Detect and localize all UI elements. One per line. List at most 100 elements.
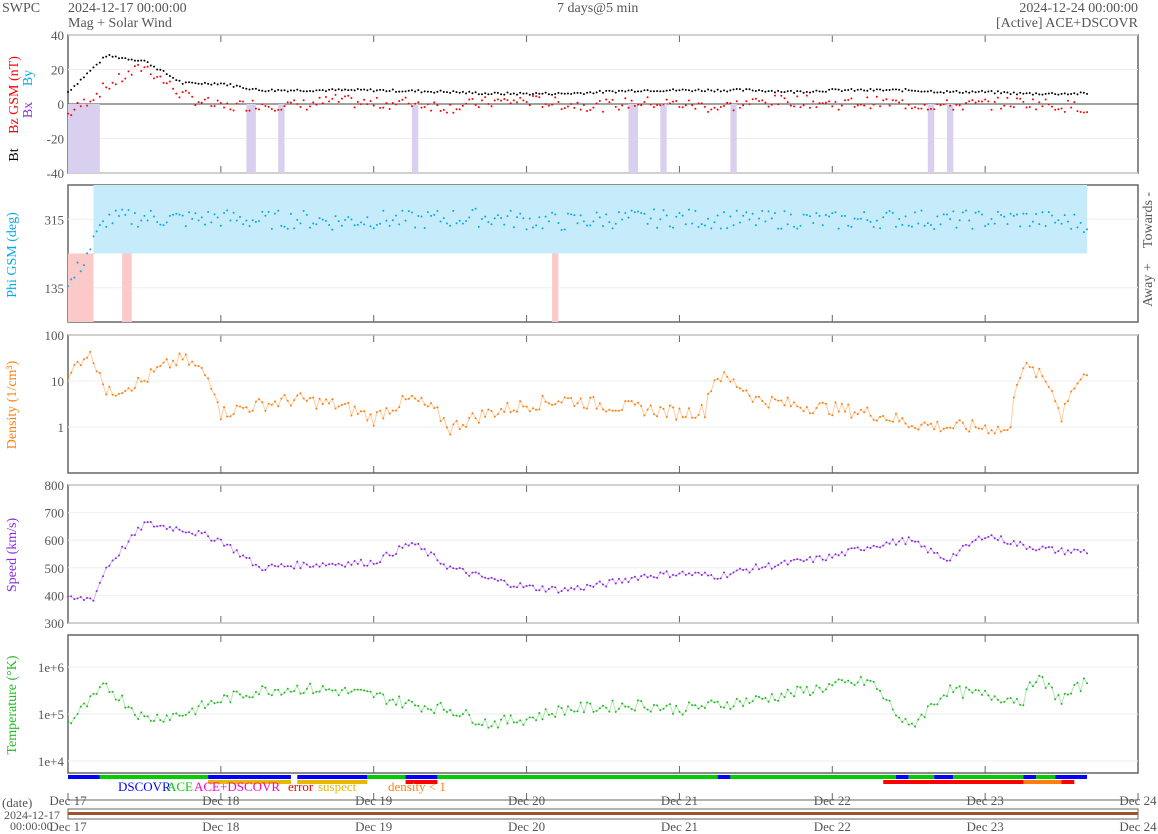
phi-point (1060, 222, 1063, 225)
bz-point (219, 101, 222, 104)
source-segment (1036, 775, 1056, 779)
bt-point (315, 89, 318, 92)
bt-point (901, 90, 904, 93)
bt-point (449, 91, 452, 94)
bt-point (267, 89, 270, 92)
bt-point (531, 92, 534, 95)
phi-point (503, 223, 506, 226)
bz-point (605, 98, 608, 101)
phi-point (289, 212, 292, 215)
bt-point (1041, 93, 1044, 96)
bz-point (242, 100, 245, 103)
bt-point (312, 90, 315, 93)
phi-point (885, 211, 888, 214)
bt-point (76, 82, 79, 85)
panel-frame-3 (67, 484, 1139, 624)
phi-point (863, 211, 866, 214)
phi-point (789, 213, 792, 216)
phi-point (859, 217, 862, 220)
bt-point (939, 91, 942, 94)
phi-point (1073, 213, 1076, 216)
bz-point (519, 96, 522, 99)
bt-point (95, 63, 98, 66)
phi-point (417, 215, 420, 218)
phi-point (254, 220, 257, 223)
bz-point (872, 103, 875, 106)
bt-point (805, 90, 808, 93)
bz-point (334, 93, 337, 96)
bt-point (738, 88, 741, 91)
y-tick-label: 400 (45, 588, 65, 603)
bt-point (885, 89, 888, 92)
bz-point (786, 101, 789, 104)
bz-point (560, 108, 563, 111)
bz-point (359, 103, 362, 106)
bt-point (863, 89, 866, 92)
phi-point (102, 220, 105, 223)
phi-point (331, 228, 334, 231)
bz-point (273, 109, 276, 112)
phi-point (894, 225, 897, 228)
bt-point (758, 89, 761, 92)
ylabel-bx: Bx (21, 102, 36, 118)
bz-point (761, 99, 764, 102)
bz-point (480, 99, 483, 102)
bt-point (582, 93, 585, 96)
bt-point (410, 89, 413, 92)
bz-point (837, 108, 840, 111)
bt-point (535, 91, 538, 94)
bt-point (203, 81, 206, 84)
phi-point (525, 228, 528, 231)
bz-point (121, 80, 124, 83)
bz-point (461, 104, 464, 107)
phi-point (783, 210, 786, 213)
phi-point (793, 225, 796, 228)
bz-point (67, 112, 69, 115)
bt-point (344, 88, 347, 91)
phi-point (710, 227, 713, 230)
bt-point (859, 88, 862, 91)
phi-point (95, 230, 98, 233)
source-segment (68, 775, 100, 779)
bz-point (207, 96, 210, 99)
bt-point (363, 88, 366, 91)
bz-point (388, 108, 391, 111)
bt-point (793, 91, 796, 94)
bt-point (334, 89, 337, 92)
bt-point (1079, 91, 1082, 94)
bt-point (560, 92, 563, 95)
bt-point (544, 91, 547, 94)
phi-point (987, 223, 990, 226)
bt-point (602, 91, 604, 94)
phi-point (452, 209, 455, 212)
bz-point (79, 105, 82, 108)
bz-point (1009, 105, 1012, 108)
bt-point (168, 74, 171, 77)
bz-point (299, 105, 302, 108)
bz-point (168, 80, 171, 83)
bz-point (1000, 107, 1003, 110)
bz-point (885, 98, 888, 101)
bt-point (73, 85, 76, 88)
bt-point (277, 88, 280, 91)
bt-point (283, 89, 286, 92)
bz-point (1038, 101, 1041, 104)
bz-point (710, 108, 713, 111)
phi-point (162, 224, 165, 227)
bz-point (627, 106, 630, 109)
phi-point (471, 208, 474, 211)
bt-point (586, 91, 589, 94)
bt-point (1073, 92, 1076, 95)
bz-point (436, 104, 439, 107)
phi-point (140, 219, 143, 222)
phi-point (907, 224, 910, 227)
bz-point (847, 99, 850, 102)
bz-point (805, 94, 808, 97)
bt-point (273, 90, 276, 93)
phi-point (605, 213, 608, 216)
bt-point (188, 81, 191, 84)
bz-point (764, 101, 767, 104)
bt-point (646, 89, 649, 92)
bz-point (395, 103, 398, 106)
bt-point (719, 90, 722, 93)
